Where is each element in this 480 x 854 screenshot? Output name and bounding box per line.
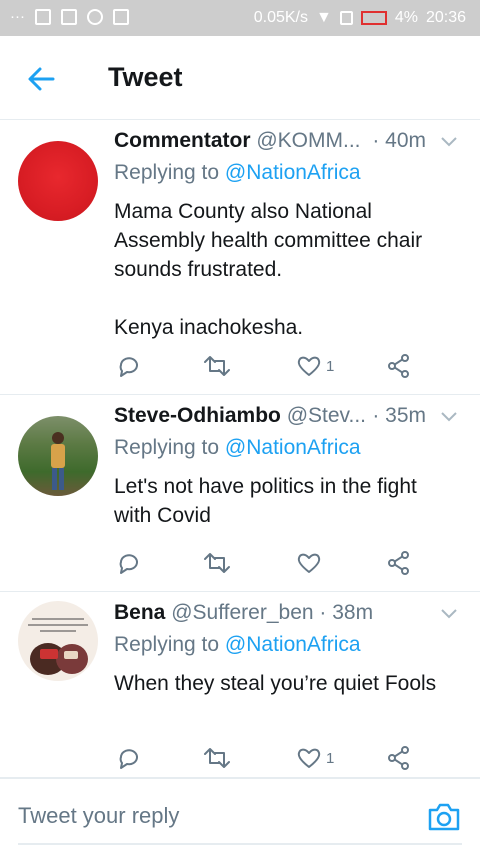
camera-icon[interactable] <box>427 801 461 833</box>
retweet-button[interactable] <box>202 743 232 773</box>
tweet-item[interactable]: Bena @Sufferer_ben · 38m Replying to @Na… <box>0 593 480 778</box>
clock: 20:36 <box>425 9 466 26</box>
avatar[interactable] <box>18 416 98 496</box>
chevron-down-icon[interactable] <box>440 410 458 424</box>
tweet-header: Steve-Odhiambo @Stev... · 35m <box>114 404 466 432</box>
chevron-down-icon[interactable] <box>440 135 458 149</box>
retweet-button[interactable] <box>202 351 232 381</box>
clock-icon <box>87 8 103 25</box>
battery-icon <box>360 11 387 25</box>
share-button[interactable] <box>386 743 412 773</box>
replying-handle-link[interactable]: @NationAfrica <box>225 161 361 184</box>
status-notifications: ··· <box>10 8 129 25</box>
notification-icon <box>35 8 51 25</box>
network-speed: 0.05K/s <box>253 9 308 26</box>
chevron-down-icon[interactable] <box>440 607 458 621</box>
heart-icon <box>297 748 321 768</box>
author-name[interactable]: Bena <box>114 601 165 624</box>
author-handle[interactable]: @Sufferer_ben <box>171 601 313 624</box>
shield-icon <box>61 8 77 25</box>
replying-prefix: Replying to <box>114 161 220 184</box>
retweet-icon <box>204 553 230 573</box>
author-name[interactable]: Commentator <box>114 129 251 152</box>
like-button[interactable]: 1 <box>296 743 334 773</box>
reply-icon <box>119 357 138 377</box>
tweet-text: Mama County also National Assembly healt… <box>114 200 423 339</box>
reply-input[interactable] <box>18 803 398 829</box>
page-title: Tweet <box>108 62 183 92</box>
sim-icon <box>339 11 353 25</box>
couple-photo <box>28 618 88 675</box>
status-bar: ··· 0.05K/s ▼ 4% 20:36 <box>0 0 480 36</box>
reply-composer <box>0 778 480 854</box>
avatar[interactable] <box>18 141 98 221</box>
person-photo <box>51 432 65 490</box>
retweet-icon <box>204 748 230 768</box>
tweet-time: · 38m <box>319 601 374 624</box>
replying-handle-link[interactable]: @NationAfrica <box>225 436 361 459</box>
image-icon <box>113 8 129 25</box>
battery-percent: 4% <box>394 9 418 26</box>
share-icon <box>388 551 409 575</box>
tweet-actions: 1 <box>114 351 434 381</box>
tweet-time: · 40m <box>368 129 426 153</box>
input-underline <box>18 843 462 845</box>
author-handle[interactable]: @KOMM... <box>256 129 360 152</box>
replying-handle-link[interactable]: @NationAfrica <box>225 633 361 656</box>
back-arrow-icon[interactable] <box>26 64 56 94</box>
dots-icon: ··· <box>10 8 25 25</box>
tweet-actions: 1 <box>114 743 434 773</box>
tweet-item[interactable]: Steve-Odhiambo @Stev... · 35m Replying t… <box>0 396 480 592</box>
avatar[interactable] <box>18 601 98 681</box>
tweet-time: · 35m <box>368 404 426 428</box>
heart-icon <box>297 553 321 573</box>
replying-prefix: Replying to <box>114 436 220 459</box>
share-icon <box>388 354 409 378</box>
like-button[interactable]: 1 <box>296 351 334 381</box>
tweet-header: Commentator @KOMM... · 40m <box>114 129 466 157</box>
retweet-icon <box>204 356 230 376</box>
share-button[interactable] <box>386 548 412 578</box>
like-count: 1 <box>326 749 335 767</box>
author-handle[interactable]: @Stev... <box>287 404 366 427</box>
replying-to: Replying to @NationAfrica <box>114 161 361 185</box>
tweet-header: Bena @Sufferer_ben · 38m <box>114 601 466 629</box>
share-icon <box>388 746 409 770</box>
replying-to: Replying to @NationAfrica <box>114 633 361 657</box>
wifi-icon: ▼ <box>315 9 332 26</box>
tweet-item[interactable]: Commentator @KOMM... · 40m Replying to @… <box>0 121 480 395</box>
like-count: 1 <box>326 357 335 375</box>
share-button[interactable] <box>386 351 412 381</box>
reply-button[interactable] <box>116 743 142 773</box>
reply-button[interactable] <box>116 548 142 578</box>
tweet-text: Let's not have politics in the fight wit… <box>114 475 417 527</box>
like-button[interactable] <box>296 548 326 578</box>
replying-to: Replying to @NationAfrica <box>114 436 361 460</box>
status-system: 0.05K/s ▼ 4% 20:36 <box>254 9 466 27</box>
reply-button[interactable] <box>116 351 142 381</box>
tweet-text: When they steal you’re quiet Fools <box>114 672 437 695</box>
author-name[interactable]: Steve-Odhiambo <box>114 404 281 427</box>
app-bar: Tweet <box>0 36 480 120</box>
reply-icon <box>119 554 138 574</box>
reply-icon <box>119 749 138 769</box>
heart-icon <box>297 356 321 376</box>
replying-prefix: Replying to <box>114 633 220 656</box>
tweet-actions <box>114 548 434 578</box>
retweet-button[interactable] <box>202 548 232 578</box>
